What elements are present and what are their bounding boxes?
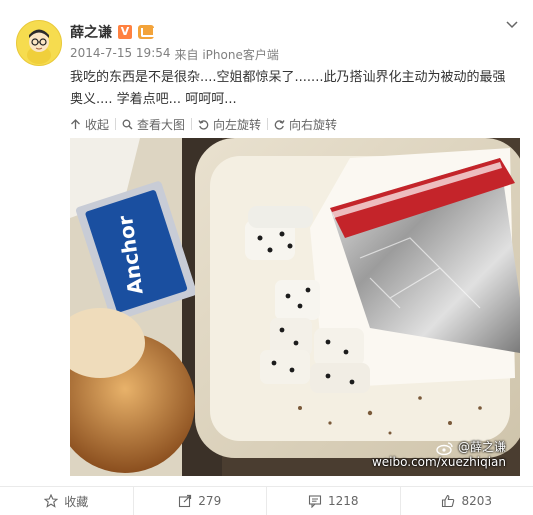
like-count: 8203 bbox=[461, 494, 492, 508]
photo-watermark: @薛之谦 weibo.com/xuezhiqian bbox=[372, 440, 506, 470]
post-source: 来自 iPhone客户端 bbox=[175, 46, 279, 63]
rotate-left-icon bbox=[198, 119, 209, 130]
collapse-button[interactable]: 收起 bbox=[70, 116, 115, 133]
star-icon bbox=[44, 494, 58, 508]
author-avatar[interactable] bbox=[16, 20, 62, 66]
vip-crown-icon bbox=[138, 25, 154, 39]
weibo-post-card: 薛之谦 V 2014-7-15 19:54 来自 iPhone客户端 我吃的东西… bbox=[0, 0, 533, 514]
view-large-button[interactable]: 查看大图 bbox=[116, 116, 191, 133]
view-large-label: 查看大图 bbox=[137, 116, 185, 133]
author-name[interactable]: 薛之谦 bbox=[70, 22, 112, 42]
author-header: 薛之谦 V bbox=[70, 22, 154, 42]
arrow-up-icon bbox=[70, 119, 81, 130]
weibo-logo-icon bbox=[436, 441, 454, 455]
post-actions: 收藏 279 1218 8203 bbox=[0, 486, 533, 515]
image-toolbar: 收起 查看大图 向左旋转 向右旋转 bbox=[70, 114, 343, 134]
post-meta: 2014-7-15 19:54 来自 iPhone客户端 bbox=[70, 46, 279, 63]
comment-button[interactable]: 1218 bbox=[267, 487, 401, 515]
post-timestamp[interactable]: 2014-7-15 19:54 bbox=[70, 46, 171, 63]
rotate-right-icon bbox=[274, 119, 285, 130]
comment-icon bbox=[308, 494, 322, 508]
like-button[interactable]: 8203 bbox=[401, 487, 533, 515]
comment-count: 1218 bbox=[328, 494, 359, 508]
post-text: 我吃的东西是不是很杂....空姐都惊呆了.......此乃搭讪界化主动为被动的最… bbox=[70, 67, 510, 111]
rotate-right-button[interactable]: 向右旋转 bbox=[268, 116, 343, 133]
rotate-left-label: 向左旋转 bbox=[213, 116, 261, 133]
chevron-down-icon[interactable] bbox=[506, 18, 518, 30]
food-tray-image: Anchor bbox=[70, 138, 520, 476]
favorite-label: 收藏 bbox=[64, 493, 88, 510]
verified-badge: V bbox=[118, 25, 132, 39]
rotate-left-button[interactable]: 向左旋转 bbox=[192, 116, 267, 133]
rotate-right-label: 向右旋转 bbox=[289, 116, 337, 133]
repost-count: 279 bbox=[198, 494, 221, 508]
watermark-name: @薛之谦 bbox=[458, 440, 506, 455]
thumbs-up-icon bbox=[441, 494, 455, 508]
repost-button[interactable]: 279 bbox=[134, 487, 268, 515]
search-icon bbox=[122, 119, 133, 130]
watermark-url: weibo.com/xuezhiqian bbox=[372, 455, 506, 470]
post-photo[interactable]: Anchor bbox=[70, 138, 520, 476]
share-icon bbox=[178, 494, 192, 508]
favorite-button[interactable]: 收藏 bbox=[0, 487, 134, 515]
collapse-label: 收起 bbox=[85, 116, 109, 133]
